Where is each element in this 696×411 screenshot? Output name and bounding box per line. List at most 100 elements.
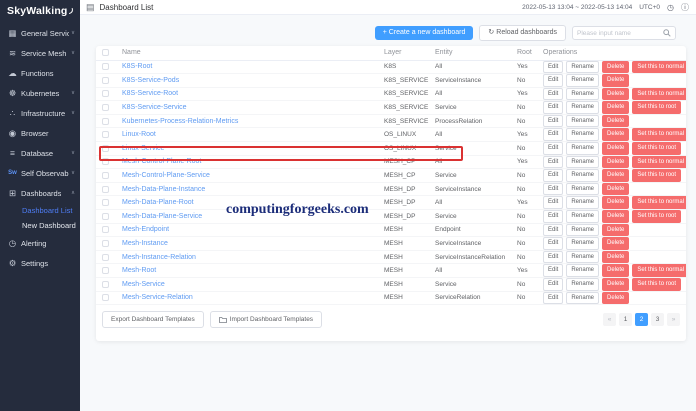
op-set-this-to-normal-button[interactable]: Set this to normal (632, 61, 686, 74)
dashboard-name-link[interactable]: Mesh-Root (122, 267, 156, 274)
op-edit-button[interactable]: Edit (543, 183, 563, 196)
op-edit-button[interactable]: Edit (543, 278, 563, 291)
search-box[interactable] (572, 26, 676, 40)
dashboard-name-link[interactable]: Mesh-Data-Plane-Service (122, 213, 202, 220)
op-set-this-to-root-button[interactable]: Set this to root (632, 278, 681, 291)
op-rename-button[interactable]: Rename (566, 115, 599, 128)
row-checkbox[interactable] (102, 104, 109, 111)
op-set-this-to-normal-button[interactable]: Set this to normal (632, 196, 686, 209)
select-all-checkbox[interactable] (102, 49, 109, 56)
page-3-button[interactable]: 3 (651, 313, 664, 326)
dashboard-name-link[interactable]: K8S-Service-Pods (122, 77, 179, 84)
dashboard-name-link[interactable]: Mesh-Control-Plane-Service (122, 172, 210, 179)
op-delete-button[interactable]: Delete (602, 210, 629, 223)
sidebar-toggle-icon[interactable]: ▤ (86, 2, 95, 13)
page-2-button[interactable]: 2 (635, 313, 648, 326)
dashboard-name-link[interactable]: K8S-Service-Root (122, 90, 178, 97)
op-delete-button[interactable]: Delete (602, 128, 629, 141)
op-edit-button[interactable]: Edit (543, 264, 563, 277)
op-edit-button[interactable]: Edit (543, 74, 563, 87)
op-rename-button[interactable]: Rename (566, 128, 599, 141)
op-set-this-to-root-button[interactable]: Set this to root (632, 210, 681, 223)
op-delete-button[interactable]: Delete (602, 169, 629, 182)
row-checkbox[interactable] (102, 199, 109, 206)
page-1-button[interactable]: 1 (619, 313, 632, 326)
export-templates-button[interactable]: Export Dashboard Templates (102, 311, 204, 328)
op-edit-button[interactable]: Edit (543, 196, 563, 209)
sidebar-item-self-observability[interactable]: SwSelf Observability∨ (0, 163, 80, 183)
op-edit-button[interactable]: Edit (543, 251, 563, 264)
op-rename-button[interactable]: Rename (566, 101, 599, 114)
op-rename-button[interactable]: Rename (566, 278, 599, 291)
op-rename-button[interactable]: Rename (566, 237, 599, 250)
create-dashboard-button[interactable]: + Create a new dashboard (375, 26, 474, 40)
row-checkbox[interactable] (102, 158, 109, 165)
sidebar-item-database[interactable]: ≡Database∨ (0, 143, 80, 163)
row-checkbox[interactable] (102, 267, 109, 274)
op-delete-button[interactable]: Delete (602, 292, 629, 305)
next-page-button[interactable]: » (667, 313, 680, 326)
dashboard-name-link[interactable]: Linux-Root (122, 131, 156, 138)
search-input[interactable] (577, 30, 663, 37)
dashboard-name-link[interactable]: Linux-Service (122, 145, 164, 152)
dashboard-name-link[interactable]: Mesh-Control-Plane-Root (122, 158, 201, 165)
op-delete-button[interactable]: Delete (602, 74, 629, 87)
row-checkbox[interactable] (102, 294, 109, 301)
reload-dashboards-button[interactable]: ↻Reload dashboards (479, 25, 566, 41)
row-checkbox[interactable] (102, 77, 109, 84)
dashboard-name-link[interactable]: Mesh-Service (122, 281, 165, 288)
op-delete-button[interactable]: Delete (602, 278, 629, 291)
timezone-label[interactable]: UTC+0 (639, 4, 660, 11)
row-checkbox[interactable] (102, 186, 109, 193)
dashboard-name-link[interactable]: Mesh-Data-Plane-Root (122, 199, 194, 206)
search-icon[interactable] (663, 29, 671, 37)
op-set-this-to-normal-button[interactable]: Set this to normal (632, 156, 686, 169)
op-rename-button[interactable]: Rename (566, 251, 599, 264)
dashboard-name-link[interactable]: Mesh-Instance-Relation (122, 254, 196, 261)
op-delete-button[interactable]: Delete (602, 183, 629, 196)
op-set-this-to-root-button[interactable]: Set this to root (632, 169, 681, 182)
op-delete-button[interactable]: Delete (602, 224, 629, 237)
row-checkbox[interactable] (102, 254, 109, 261)
auto-refresh-icon[interactable]: ◷ (667, 3, 674, 12)
row-checkbox[interactable] (102, 213, 109, 220)
op-delete-button[interactable]: Delete (602, 237, 629, 250)
sidebar-item-dashboard-list[interactable]: Dashboard List (0, 203, 80, 218)
op-rename-button[interactable]: Rename (566, 292, 599, 305)
dashboard-name-link[interactable]: Mesh-Service-Relation (122, 294, 193, 301)
op-rename-button[interactable]: Rename (566, 61, 599, 74)
op-rename-button[interactable]: Rename (566, 264, 599, 277)
sidebar-item-new-dashboard[interactable]: New Dashboard (0, 218, 80, 233)
op-edit-button[interactable]: Edit (543, 61, 563, 74)
row-checkbox[interactable] (102, 240, 109, 247)
dashboard-name-link[interactable]: K8S-Service-Service (122, 104, 187, 111)
op-edit-button[interactable]: Edit (543, 115, 563, 128)
dashboard-name-link[interactable]: K8S-Root (122, 63, 152, 70)
op-delete-button[interactable]: Delete (602, 196, 629, 209)
op-delete-button[interactable]: Delete (602, 61, 629, 74)
op-rename-button[interactable]: Rename (566, 183, 599, 196)
op-rename-button[interactable]: Rename (566, 224, 599, 237)
op-delete-button[interactable]: Delete (602, 264, 629, 277)
row-checkbox[interactable] (102, 172, 109, 179)
op-edit-button[interactable]: Edit (543, 224, 563, 237)
row-checkbox[interactable] (102, 63, 109, 70)
row-checkbox[interactable] (102, 226, 109, 233)
op-edit-button[interactable]: Edit (543, 142, 563, 155)
dashboard-name-link[interactable]: Mesh-Instance (122, 240, 168, 247)
sidebar-item-alerting[interactable]: ◷Alerting (0, 233, 80, 253)
import-templates-button[interactable]: Import Dashboard Templates (210, 311, 322, 328)
op-rename-button[interactable]: Rename (566, 196, 599, 209)
sidebar-item-kubernetes[interactable]: ☸Kubernetes∨ (0, 83, 80, 103)
time-range-picker[interactable]: 2022-05-13 13:04 ~ 2022-05-13 14:04 (522, 4, 632, 11)
op-delete-button[interactable]: Delete (602, 142, 629, 155)
op-rename-button[interactable]: Rename (566, 88, 599, 101)
row-checkbox[interactable] (102, 281, 109, 288)
op-rename-button[interactable]: Rename (566, 156, 599, 169)
op-set-this-to-root-button[interactable]: Set this to root (632, 142, 681, 155)
op-set-this-to-normal-button[interactable]: Set this to normal (632, 264, 686, 277)
op-rename-button[interactable]: Rename (566, 142, 599, 155)
sidebar-item-general-service[interactable]: ▦General Service∨ (0, 23, 80, 43)
op-delete-button[interactable]: Delete (602, 251, 629, 264)
op-set-this-to-normal-button[interactable]: Set this to normal (632, 128, 686, 141)
